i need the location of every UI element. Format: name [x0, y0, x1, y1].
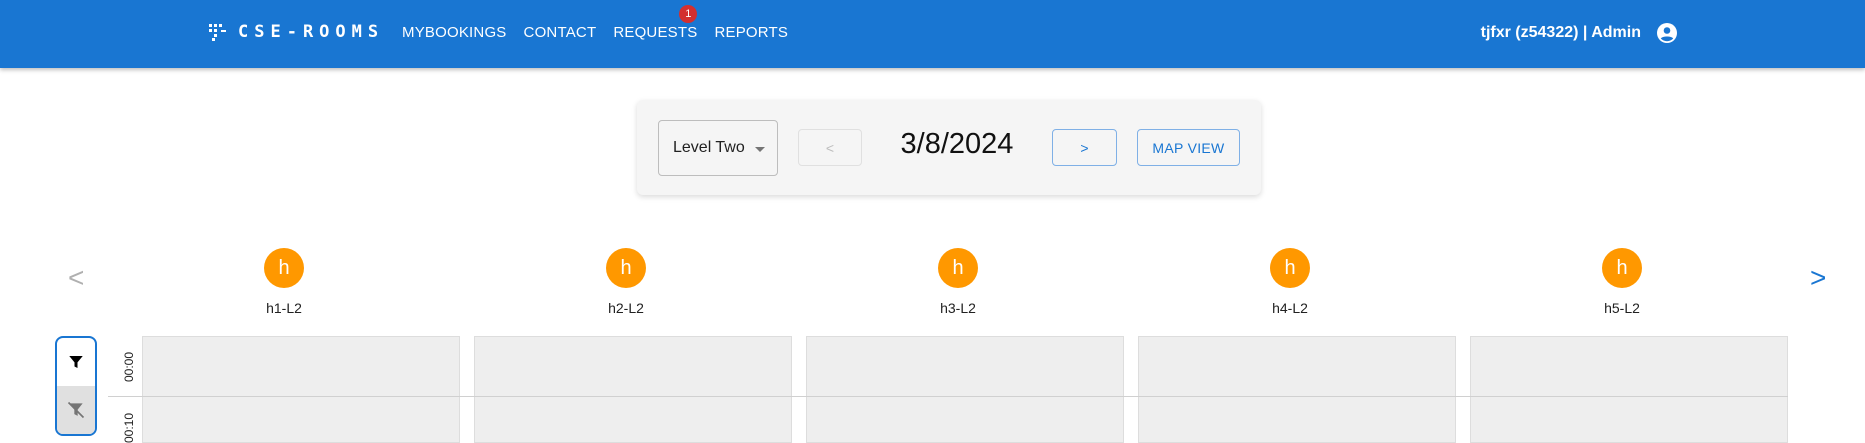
room-header: h h2-L2 — [586, 248, 666, 316]
nav-reports[interactable]: REPORTS — [714, 24, 788, 41]
user-label: tjfxr (z54322) | Admin — [1480, 24, 1641, 41]
room-name: h1-L2 — [266, 300, 302, 316]
filter-button[interactable] — [57, 338, 95, 386]
room-schedule-column[interactable] — [142, 336, 460, 443]
prev-day-button[interactable]: < — [798, 129, 862, 166]
room-name: h3-L2 — [940, 300, 976, 316]
logo[interactable]: CSE-ROOMS — [208, 22, 384, 42]
main-nav: MYBOOKINGS CONTACT REQUESTS 1 REPORTS — [402, 5, 788, 41]
filter-icon — [69, 356, 83, 368]
map-view-button[interactable]: MAP VIEW — [1137, 129, 1240, 166]
room-avatar: h — [264, 248, 304, 288]
chevron-down-icon — [755, 147, 765, 152]
room-avatar: h — [606, 248, 646, 288]
room-schedule-column[interactable] — [806, 336, 1124, 443]
room-name: h2-L2 — [608, 300, 644, 316]
logo-text: CSE-ROOMS — [238, 22, 385, 42]
time-slot-divider — [108, 396, 1788, 397]
time-label: 00:10 — [122, 412, 136, 443]
room-header: h h3-L2 — [918, 248, 998, 316]
filter-toggle-group — [55, 336, 97, 436]
room-avatar: h — [1602, 248, 1642, 288]
room-schedule-column[interactable] — [1138, 336, 1456, 443]
room-schedule-column[interactable] — [474, 336, 792, 443]
room-avatar: h — [1270, 248, 1310, 288]
room-header: h h4-L2 — [1250, 248, 1330, 316]
room-avatar: h — [938, 248, 978, 288]
app-bar: CSE-ROOMS MYBOOKINGS CONTACT REQUESTS 1 … — [0, 0, 1865, 68]
nav-contact[interactable]: CONTACT — [524, 24, 597, 41]
room-header: h h5-L2 — [1582, 248, 1662, 316]
account-circle-icon[interactable] — [1655, 21, 1679, 45]
room-schedule-column[interactable] — [1470, 336, 1788, 443]
nav-requests[interactable]: REQUESTS 1 — [613, 5, 698, 41]
user-menu[interactable]: tjfxr (z54322) | Admin — [1481, 21, 1679, 45]
level-select[interactable]: Level Two — [658, 120, 778, 176]
room-name: h5-L2 — [1604, 300, 1640, 316]
clear-filter-button[interactable] — [57, 386, 95, 434]
requests-count-badge: 1 — [679, 5, 698, 23]
filter-off-icon — [67, 401, 85, 419]
current-date: 3/8/2024 — [900, 128, 1014, 160]
date-level-panel: Level Two < 3/8/2024 > MAP VIEW — [637, 100, 1261, 195]
rooms-next-arrow[interactable]: > — [1810, 262, 1826, 294]
room-header: h h1-L2 — [244, 248, 324, 316]
nav-mybookings[interactable]: MYBOOKINGS — [402, 24, 507, 41]
next-day-button[interactable]: > — [1052, 129, 1117, 166]
time-label: 00:00 — [122, 351, 136, 382]
nav-requests-label: REQUESTS — [613, 24, 698, 41]
level-select-value: Level Two — [673, 139, 745, 156]
room-name: h4-L2 — [1272, 300, 1308, 316]
rooms-prev-arrow[interactable]: < — [68, 262, 84, 294]
logo-icon — [209, 24, 226, 41]
